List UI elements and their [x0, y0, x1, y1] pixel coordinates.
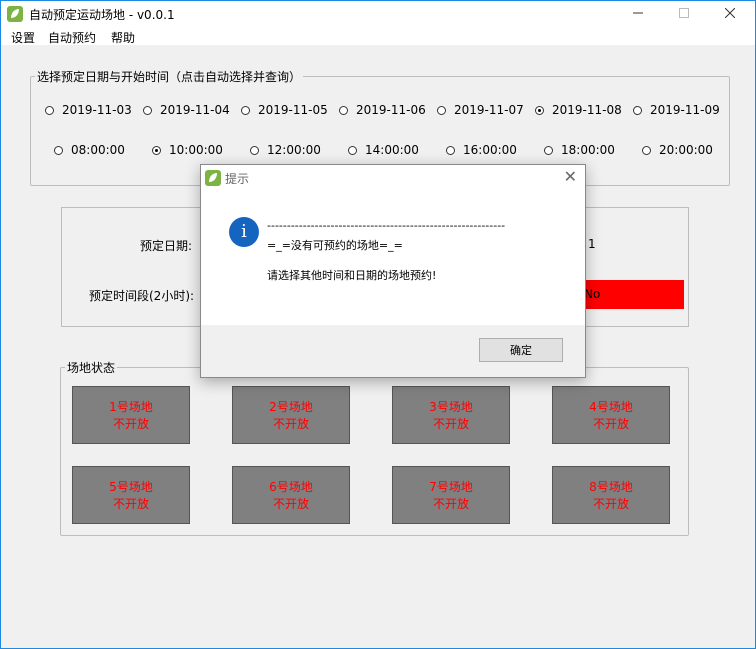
radio-dot — [45, 105, 54, 115]
date-radio-2019-11-08[interactable]: 2019-11-08 — [535, 103, 622, 117]
time-radio-label: 18:00:00 — [561, 143, 615, 157]
dialog-message-title: =_=没有可预约的场地=_= — [267, 239, 403, 252]
venue-status: 不开放 — [592, 497, 629, 511]
booking-date-label: 预定日期: — [140, 239, 193, 253]
radio-dot — [544, 145, 553, 155]
venue-name: 2号场地 — [269, 400, 313, 414]
date-radio-2019-11-04[interactable]: 2019-11-04 — [143, 103, 230, 117]
window-title: 自动预定运动场地 - v0.0.1 — [29, 8, 175, 22]
venue-tile-5[interactable]: 5号场地不开放 — [72, 466, 190, 524]
date-time-legend: 选择预定日期与开始时间（点击自动选择并查询） — [37, 70, 302, 84]
venue-tile-6[interactable]: 6号场地不开放 — [232, 466, 350, 524]
radio-dot — [535, 105, 544, 115]
venue-status: 不开放 — [432, 417, 469, 431]
venue-name: 3号场地 — [429, 400, 473, 414]
venue-status: 不开放 — [112, 417, 149, 431]
time-radio-label: 16:00:00 — [463, 143, 517, 157]
venue-name: 8号场地 — [589, 480, 633, 494]
venue-tile-4[interactable]: 4号场地不开放 — [552, 386, 670, 444]
time-radio-16:00:00[interactable]: 16:00:00 — [446, 143, 517, 157]
venue-tile-3[interactable]: 3号场地不开放 — [392, 386, 510, 444]
time-radio-label: 12:00:00 — [267, 143, 321, 157]
dialog-close-icon[interactable]: ✕ — [564, 167, 577, 186]
radio-dot — [437, 105, 446, 115]
time-radio-10:00:00[interactable]: 10:00:00 — [152, 143, 223, 157]
date-radio-2019-11-06[interactable]: 2019-11-06 — [339, 103, 426, 117]
venue-name: 1号场地 — [109, 400, 153, 414]
maximize-icon — [679, 8, 689, 18]
alert-dialog: 提示 ✕ i ---------------------------------… — [200, 164, 586, 378]
time-radio-20:00:00[interactable]: 20:00:00 — [642, 143, 713, 157]
radio-dot — [152, 145, 161, 155]
date-radio-label: 2019-11-06 — [356, 103, 426, 117]
minimize-icon — [633, 12, 643, 14]
booking-date-value: 1 — [588, 237, 596, 251]
date-radio-2019-11-07[interactable]: 2019-11-07 — [437, 103, 524, 117]
date-radio-2019-11-05[interactable]: 2019-11-05 — [241, 103, 328, 117]
venue-name: 4号场地 — [589, 400, 633, 414]
date-radio-2019-11-03[interactable]: 2019-11-03 — [45, 103, 132, 117]
date-radio-label: 2019-11-07 — [454, 103, 524, 117]
info-icon: i — [229, 217, 259, 247]
radio-dot — [339, 105, 348, 115]
dialog-message-body: 请选择其他时间和日期的场地预约! — [267, 269, 437, 282]
date-radio-label: 2019-11-03 — [62, 103, 132, 117]
venue-status: 不开放 — [112, 497, 149, 511]
time-radio-label: 08:00:00 — [71, 143, 125, 157]
booking-status-value: No — [584, 287, 601, 301]
radio-dot — [633, 105, 642, 115]
date-radio-label: 2019-11-09 — [650, 103, 720, 117]
venue-name: 6号场地 — [269, 480, 313, 494]
radio-dot — [348, 145, 357, 155]
time-radio-14:00:00[interactable]: 14:00:00 — [348, 143, 419, 157]
venue-name: 5号场地 — [109, 480, 153, 494]
ok-button[interactable]: 确定 — [479, 338, 563, 362]
date-radio-label: 2019-11-08 — [552, 103, 622, 117]
venue-tile-2[interactable]: 2号场地不开放 — [232, 386, 350, 444]
venue-status: 不开放 — [272, 417, 309, 431]
close-icon — [724, 7, 736, 19]
time-radio-12:00:00[interactable]: 12:00:00 — [250, 143, 321, 157]
menu-help[interactable]: 帮助 — [111, 29, 135, 46]
close-button[interactable] — [707, 1, 753, 27]
venue-status: 不开放 — [272, 497, 309, 511]
time-radio-label: 10:00:00 — [169, 143, 223, 157]
radio-dot — [642, 145, 651, 155]
date-radio-2019-11-09[interactable]: 2019-11-09 — [633, 103, 720, 117]
date-radio-label: 2019-11-04 — [160, 103, 230, 117]
radio-dot — [250, 145, 259, 155]
dialog-app-icon — [205, 170, 221, 186]
time-radio-label: 20:00:00 — [659, 143, 713, 157]
venue-tile-1[interactable]: 1号场地不开放 — [72, 386, 190, 444]
menu-auto-book[interactable]: 自动预约 — [48, 29, 96, 46]
dialog-footer: 确定 — [201, 325, 585, 377]
time-radio-08:00:00[interactable]: 08:00:00 — [54, 143, 125, 157]
venue-name: 7号场地 — [429, 480, 473, 494]
maximize-button[interactable] — [661, 1, 707, 27]
minimize-button[interactable] — [615, 1, 661, 27]
dialog-title: 提示 — [225, 172, 250, 186]
venue-status: 不开放 — [432, 497, 469, 511]
menu-settings[interactable]: 设置 — [11, 29, 35, 46]
dialog-separator: ----------------------------------------… — [267, 219, 506, 232]
radio-dot — [143, 105, 152, 115]
radio-dot — [54, 145, 63, 155]
date-radio-label: 2019-11-05 — [258, 103, 328, 117]
booking-time-label: 预定时间段(2小时): — [89, 289, 195, 303]
venue-status-legend: 场地状态 — [67, 361, 116, 375]
main-window: 自动预定运动场地 - v0.0.1 设置 自动预约 帮助 选择预定日期与开始时间… — [0, 0, 756, 649]
radio-dot — [241, 105, 250, 115]
venue-tile-8[interactable]: 8号场地不开放 — [552, 466, 670, 524]
menu-bar: 设置 自动预约 帮助 — [1, 27, 755, 45]
time-radio-18:00:00[interactable]: 18:00:00 — [544, 143, 615, 157]
radio-dot — [446, 145, 455, 155]
title-bar: 自动预定运动场地 - v0.0.1 — [1, 1, 755, 27]
time-radio-label: 14:00:00 — [365, 143, 419, 157]
venue-tile-7[interactable]: 7号场地不开放 — [392, 466, 510, 524]
app-leaf-icon — [7, 6, 23, 22]
venue-status: 不开放 — [592, 417, 629, 431]
